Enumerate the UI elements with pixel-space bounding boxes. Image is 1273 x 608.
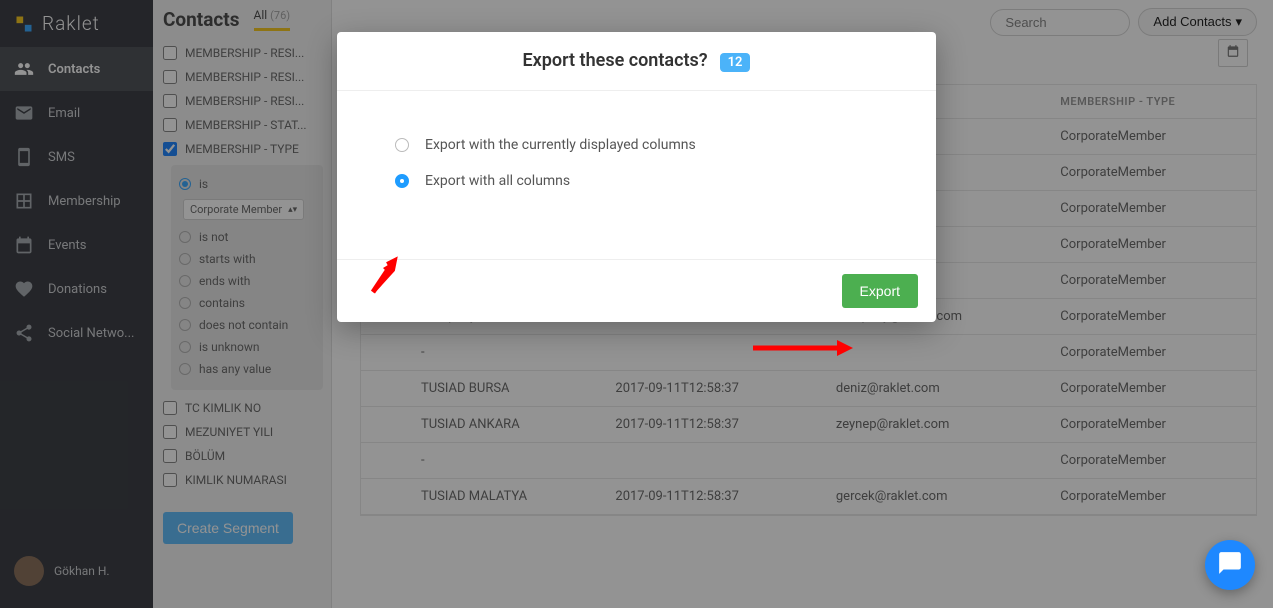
radio-icon xyxy=(395,138,409,152)
modal-body: Export with the currently displayed colu… xyxy=(337,91,936,259)
modal-title: Export these contacts? xyxy=(523,50,708,71)
export-option-displayed[interactable]: Export with the currently displayed colu… xyxy=(395,127,896,163)
chat-widget-button[interactable] xyxy=(1205,540,1255,590)
export-option-all[interactable]: Export with all columns xyxy=(395,163,896,199)
export-button[interactable]: Export xyxy=(842,274,918,308)
chat-icon xyxy=(1217,550,1243,580)
count-badge: 12 xyxy=(720,53,751,72)
modal-header: Export these contacts? 12 xyxy=(337,32,936,91)
export-modal: Export these contacts? 12 Export with th… xyxy=(337,32,936,322)
radio-icon xyxy=(395,174,409,188)
modal-footer: Export xyxy=(337,259,936,322)
